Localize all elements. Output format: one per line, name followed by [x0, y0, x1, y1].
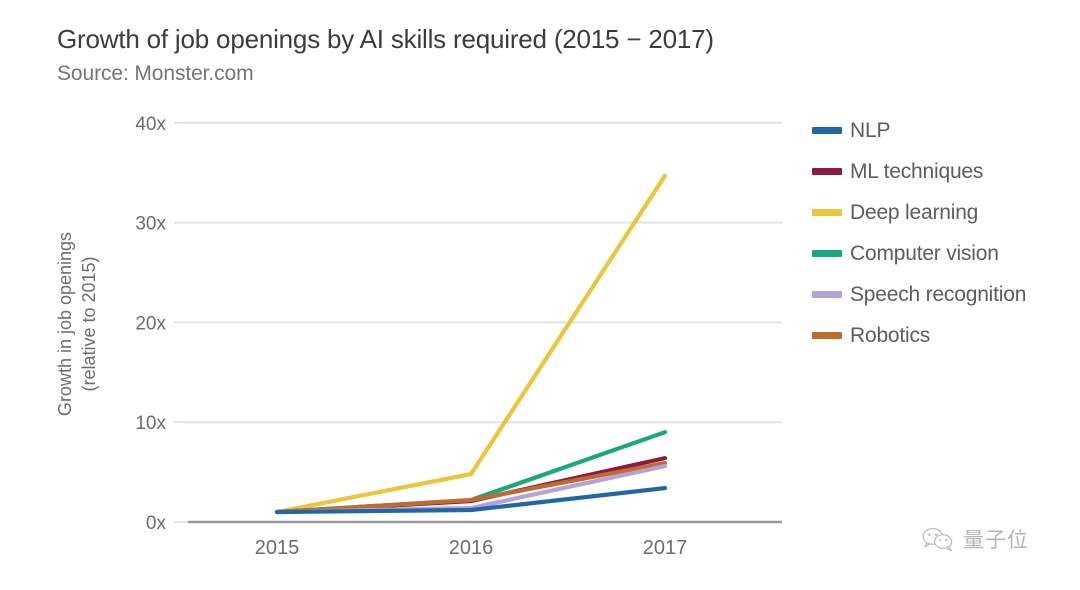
legend-color-swatch	[812, 127, 842, 134]
chart-page: Growth of job openings by AI skills requ…	[0, 0, 1080, 590]
y-tick-label: 40x	[135, 114, 166, 135]
legend-item[interactable]: Computer vision	[812, 233, 1078, 274]
legend-label: Computer vision	[850, 241, 999, 265]
plot-area: 0x 10x 20x 30x 40x 2015 2016 2017 Growth in jo…	[0, 0, 800, 590]
legend-label: Deep learning	[850, 200, 979, 224]
chart-legend: NLP ML techniques Deep learning Computer vi…	[812, 110, 1078, 356]
y-tick-label: 10x	[135, 413, 166, 434]
y-tick-label: 30x	[135, 214, 166, 235]
legend-item[interactable]: NLP	[812, 110, 1078, 151]
series-line	[274, 173, 668, 515]
legend-item[interactable]: Robotics	[812, 315, 1078, 356]
legend-item[interactable]: Speech recognition	[812, 274, 1078, 315]
watermark-text: 量子位	[963, 528, 1029, 552]
x-tick-label: 2017	[643, 537, 688, 559]
y-axis-ticks: 0x 10x 20x 30x 40x	[135, 114, 166, 534]
x-axis-ticks: 2015 2016 2017	[255, 537, 688, 559]
legend-label: NLP	[850, 118, 891, 142]
legend-label: Speech recognition	[850, 282, 1027, 306]
legend-item[interactable]: ML techniques	[812, 151, 1078, 192]
legend-color-swatch	[812, 168, 842, 175]
legend-color-swatch	[812, 209, 842, 216]
legend-label: ML techniques	[850, 159, 984, 183]
y-tick-label: 20x	[135, 313, 166, 334]
legend-item[interactable]: Deep learning	[812, 192, 1078, 233]
legend-color-swatch	[812, 332, 842, 339]
legend-label: Robotics	[850, 323, 931, 347]
legend-color-swatch	[812, 291, 842, 298]
x-tick-label: 2016	[449, 537, 494, 559]
series-lines	[274, 173, 668, 515]
legend-color-swatch	[812, 250, 842, 257]
y-tick-label: 0x	[146, 513, 167, 534]
line-chart-svg: 0x 10x 20x 30x 40x 2015 2016 2017	[135, 114, 782, 559]
wechat-icon	[922, 527, 953, 552]
watermark: 量子位	[921, 524, 1029, 554]
x-tick-label: 2015	[255, 537, 300, 559]
series-line	[274, 456, 668, 515]
